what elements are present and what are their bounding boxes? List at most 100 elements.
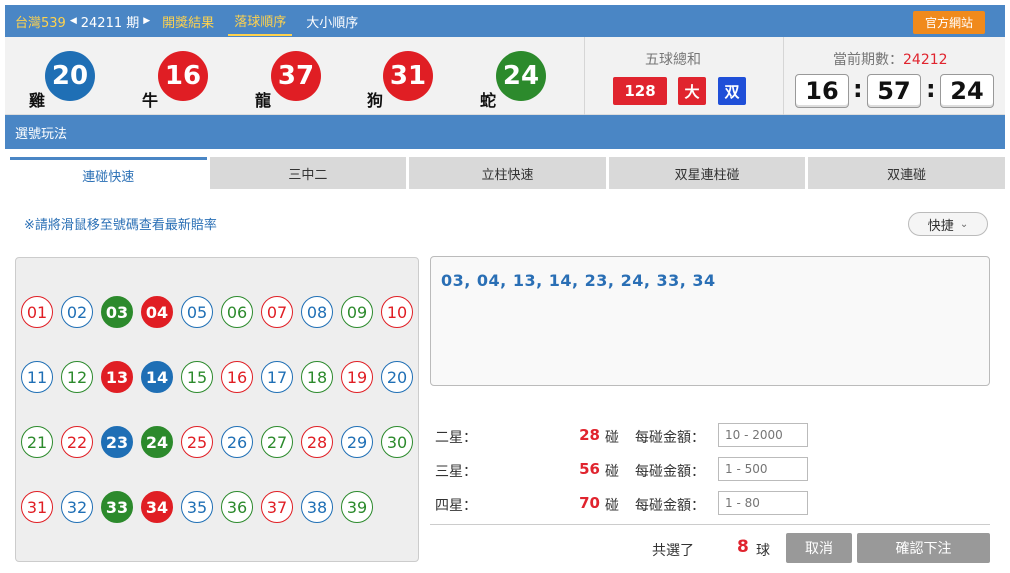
divider	[584, 37, 585, 115]
clock-minutes: 57	[867, 74, 921, 108]
current-period: 當前期數：24212	[833, 49, 948, 69]
zodiac-label: 龍	[255, 91, 272, 110]
number-ball[interactable]: 34	[141, 491, 173, 523]
chevron-down-icon: ⌄	[959, 218, 969, 230]
confirm-bet-button[interactable]: 確認下注	[857, 533, 990, 563]
cancel-button[interactable]: 取消	[786, 533, 852, 563]
tab-fast-combo[interactable]: 連碰快速	[10, 157, 207, 190]
number-ball[interactable]: 24	[141, 426, 173, 458]
bet-amount-label: 每碰金額：	[635, 464, 705, 480]
next-period-icon[interactable]: ▶	[143, 16, 150, 26]
number-ball[interactable]: 10	[381, 296, 413, 328]
number-ball[interactable]: 37	[261, 491, 293, 523]
result-ball: 24	[496, 51, 546, 101]
number-ball[interactable]: 35	[181, 491, 213, 523]
result-ball: 31	[383, 51, 433, 101]
nav-size-order[interactable]: 大小順序	[300, 8, 364, 35]
number-ball[interactable]: 13	[101, 361, 133, 393]
current-period-number: 24212	[903, 52, 948, 68]
sum-value-badge: 128	[613, 77, 667, 105]
tab-double-combo[interactable]: 双連碰	[808, 157, 1005, 189]
top-bar: 台灣539 ◀ 24211 期 ▶ 開獎結果 落球順序 大小順序 官方網站	[5, 5, 1005, 37]
number-ball[interactable]: 19	[341, 361, 373, 393]
period-label: 24211 期	[80, 15, 140, 31]
sum-title: 五球總和	[645, 52, 701, 68]
tab-three-hit-two[interactable]: 三中二	[209, 157, 407, 189]
number-ball[interactable]: 05	[181, 296, 213, 328]
number-ball[interactable]: 14	[141, 361, 173, 393]
lottery-name[interactable]: 台灣539	[15, 12, 66, 31]
bet-amount-label: 每碰金額：	[635, 430, 705, 446]
size-badge: 大	[678, 77, 706, 105]
number-ball[interactable]: 31	[21, 491, 53, 523]
number-ball[interactable]: 26	[221, 426, 253, 458]
number-ball[interactable]: 08	[301, 296, 333, 328]
zodiac-label: 狗	[367, 91, 384, 110]
number-ball[interactable]: 38	[301, 491, 333, 523]
number-ball[interactable]: 36	[221, 491, 253, 523]
zodiac-label: 牛	[142, 91, 159, 110]
number-ball[interactable]: 22	[61, 426, 93, 458]
prev-period-icon[interactable]: ◀	[70, 16, 77, 26]
official-site-button[interactable]: 官方網站	[912, 11, 985, 34]
play-tabs: 連碰快速 三中二 立柱快速 双星連柱碰 双連碰	[10, 157, 1005, 190]
parity-badge: 双	[718, 77, 746, 105]
nav-drop-order[interactable]: 落球順序	[228, 7, 293, 36]
number-ball[interactable]: 18	[301, 361, 333, 393]
number-ball[interactable]: 01	[21, 296, 53, 328]
bet-amount-label: 每碰金額：	[635, 498, 705, 514]
bet-amount-input[interactable]	[718, 491, 808, 515]
selected-numbers-box[interactable]: 03, 04, 13, 14, 23, 24, 33, 34	[430, 256, 990, 386]
bet-amount-input[interactable]	[718, 457, 808, 481]
number-ball[interactable]: 04	[141, 296, 173, 328]
number-ball[interactable]: 16	[221, 361, 253, 393]
bet-row-count: 56	[579, 460, 600, 478]
total-label: 共選了	[652, 543, 694, 559]
number-ball[interactable]: 28	[301, 426, 333, 458]
number-ball[interactable]: 21	[21, 426, 53, 458]
quick-button[interactable]: 快捷 ⌄	[908, 212, 988, 236]
number-picker: 01 02 03 04 05 06 07 08 09 10 11 12 13 14 15 16 17 18 19 20…	[15, 257, 419, 562]
bet-row-label: 二星：	[435, 430, 477, 446]
quick-button-label: 快捷	[927, 218, 954, 234]
zodiac-label: 蛇	[480, 91, 497, 110]
number-ball[interactable]: 06	[221, 296, 253, 328]
number-ball[interactable]: 32	[61, 491, 93, 523]
zodiac-label: 雞	[29, 91, 46, 110]
number-ball[interactable]: 07	[261, 296, 293, 328]
total-count: 8	[737, 537, 749, 557]
bet-row-count: 70	[579, 494, 600, 512]
number-ball[interactable]: 15	[181, 361, 213, 393]
divider	[783, 37, 784, 115]
number-ball[interactable]: 23	[101, 426, 133, 458]
divider	[430, 524, 990, 525]
number-ball[interactable]: 20	[381, 361, 413, 393]
current-period-label: 當前期數：	[833, 52, 903, 68]
clock-colon: :	[926, 75, 936, 103]
odds-notice: ※請將滑鼠移至號碼查看最新賠率	[24, 218, 217, 233]
number-ball[interactable]: 09	[341, 296, 373, 328]
nav-draw-results[interactable]: 開獎結果	[156, 8, 220, 35]
number-ball[interactable]: 11	[21, 361, 53, 393]
number-ball[interactable]: 12	[61, 361, 93, 393]
number-ball[interactable]: 39	[341, 491, 373, 523]
bet-row-label: 三星：	[435, 464, 477, 480]
number-ball[interactable]: 17	[261, 361, 293, 393]
number-ball[interactable]: 02	[61, 296, 93, 328]
number-ball[interactable]: 27	[261, 426, 293, 458]
tab-double-star-pillar[interactable]: 双星連柱碰	[608, 157, 806, 189]
bet-amount-input[interactable]	[718, 423, 808, 447]
number-ball[interactable]: 30	[381, 426, 413, 458]
result-ball: 37	[271, 51, 321, 101]
tab-pillar-fast[interactable]: 立柱快速	[409, 157, 606, 189]
bet-row-label: 四星：	[435, 498, 477, 514]
clock-seconds: 24	[940, 74, 994, 108]
number-ball[interactable]: 03	[101, 296, 133, 328]
number-ball[interactable]: 33	[101, 491, 133, 523]
bet-row-unit: 碰	[605, 498, 619, 514]
number-ball[interactable]: 29	[341, 426, 373, 458]
number-ball[interactable]: 25	[181, 426, 213, 458]
section-title: 選號玩法	[5, 115, 1005, 149]
clock-colon: :	[853, 75, 863, 103]
result-ball: 20	[45, 51, 95, 101]
